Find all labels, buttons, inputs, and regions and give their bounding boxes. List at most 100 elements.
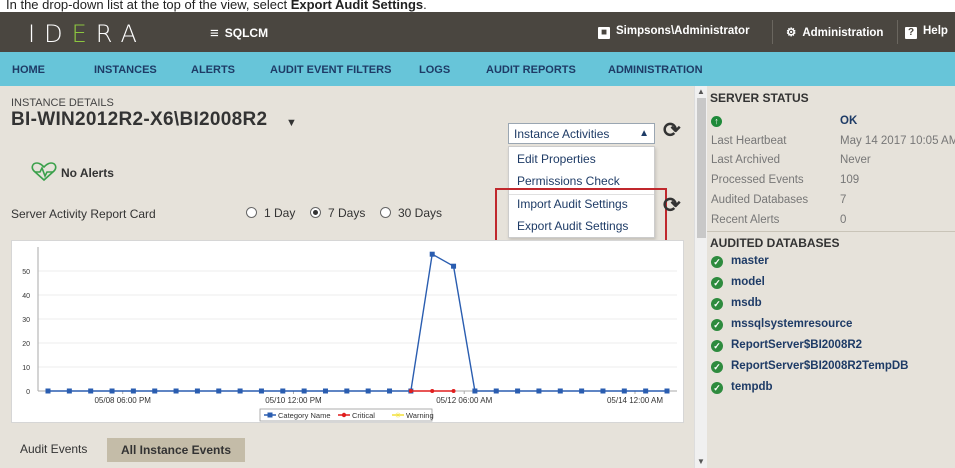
db-link-msdb[interactable]: ✓ msdb [711, 297, 762, 310]
data-point [152, 388, 158, 394]
db-link-reportserver-tempdb[interactable]: ✓ ReportServer$BI2008R2TempDB [711, 360, 908, 373]
activity-chart-svg: 0 10 20 30 40 50 05/08 06:00 PM 05/10 12:00 PM 0… [22, 247, 677, 422]
radio-selected-icon [310, 207, 321, 218]
main-nav: HOME INSTANCES ALERTS AUDIT EVENT FILTER… [0, 52, 955, 86]
db-name: msdb [731, 297, 762, 309]
instruction-caption: In the drop-down list at the top of the … [0, 0, 955, 12]
help-menu[interactable]: ? Help [905, 25, 948, 39]
instance-activities-select[interactable]: Instance Activities ▲ [508, 123, 655, 144]
stat-label: Recent Alerts [711, 214, 780, 226]
top-bar: IDERA ≡ SQLCM ■ Simpsons\Administrator ⚙ Ad… [0, 12, 955, 52]
check-circle-icon: ✓ [711, 277, 723, 289]
menu-item-permissions-check[interactable]: Permissions Check [517, 174, 620, 188]
topbar-divider [772, 20, 773, 44]
refresh-icon[interactable]: ⟳ [663, 120, 681, 141]
data-point [472, 388, 478, 394]
stat-value: 0 [840, 214, 847, 226]
y-tick-label: 50 [22, 269, 30, 276]
activity-chart: 0 10 20 30 40 50 05/08 06:00 PM 05/10 12:00 PM 0… [11, 240, 684, 423]
stat-value: May 14 2017 10:05 AM [840, 135, 955, 147]
radio-7-days[interactable]: 7 Days [310, 206, 365, 220]
data-point [643, 388, 649, 394]
server-status-panel: SERVER STATUS ↑ OK Last Heartbeat May 14… [707, 86, 955, 468]
series-line [48, 253, 667, 392]
legend-label: Critical [352, 411, 375, 420]
panel-scrollbar[interactable]: ▲ ▼ [694, 86, 707, 468]
tab-audit-events[interactable]: Audit Events [20, 442, 87, 456]
data-point [664, 388, 670, 394]
data-point [194, 388, 200, 394]
x-tick-label: 05/10 12:00 PM [265, 396, 322, 405]
db-name: ReportServer$BI2008R2TempDB [731, 360, 909, 372]
menu-item-edit-properties[interactable]: Edit Properties [517, 152, 596, 166]
db-link-master[interactable]: ✓ master [711, 255, 769, 268]
data-point [621, 388, 627, 394]
radio-label: 7 Days [328, 206, 366, 220]
instance-name: BI-WIN2012R2-X6\BI2008R2 [11, 109, 268, 130]
status-up-icon: ↑ [711, 116, 722, 127]
product-name: SQLCM [224, 26, 269, 40]
data-point [258, 388, 264, 394]
legend-marker: ✳ [395, 411, 402, 420]
nav-audit-reports[interactable]: AUDIT REPORTS [486, 64, 576, 76]
heart-pulse-icon [31, 162, 57, 182]
stat-label: Last Archived [711, 154, 781, 166]
server-status-title: SERVER STATUS [710, 91, 809, 105]
tab-all-instance-events[interactable]: All Instance Events [107, 438, 245, 462]
scroll-thumb[interactable] [697, 98, 706, 238]
radio-1-day[interactable]: 1 Day [246, 206, 295, 220]
db-name: tempdb [731, 381, 773, 393]
nav-alerts[interactable]: ALERTS [191, 64, 235, 76]
topbar-divider [897, 20, 898, 44]
check-circle-icon: ✓ [711, 256, 723, 268]
data-point [408, 389, 413, 393]
radio-label: 30 Days [398, 206, 443, 220]
db-link-reportserver[interactable]: ✓ ReportServer$BI2008R2 [711, 339, 862, 352]
product-menu[interactable]: ≡ SQLCM [210, 25, 268, 42]
data-point [130, 388, 136, 394]
data-point [344, 388, 350, 394]
logo-text: IDERA [28, 20, 146, 48]
nav-audit-event-filters[interactable]: AUDIT EVENT FILTERS [270, 64, 391, 76]
user-menu[interactable]: ■ Simpsons\Administrator [598, 25, 750, 39]
stat-value: 109 [840, 174, 860, 186]
data-point [579, 388, 585, 394]
x-tick-label: 05/12 06:00 AM [436, 396, 492, 405]
refresh-icon[interactable]: ⟳ [663, 195, 681, 216]
db-link-mssqlsystemresource[interactable]: ✓ mssqlsystemresource [711, 318, 852, 331]
nav-administration[interactable]: ADMINISTRATION [608, 64, 703, 76]
idera-logo[interactable]: IDERA [28, 20, 146, 48]
instance-activities-value: Instance Activities [514, 127, 610, 141]
radio-30-days[interactable]: 30 Days [380, 206, 442, 220]
administration-menu[interactable]: ⚙ Administration [786, 25, 883, 39]
nav-home[interactable]: HOME [12, 64, 45, 76]
legend-marker [267, 412, 273, 418]
data-point [173, 388, 179, 394]
x-tick-label: 05/14 12:00 AM [607, 396, 663, 405]
data-point [66, 388, 72, 394]
scroll-up-icon[interactable]: ▲ [697, 87, 705, 96]
db-link-tempdb[interactable]: ✓ tempdb [711, 381, 773, 394]
radio-icon [380, 207, 391, 218]
no-alerts-label: No Alerts [61, 166, 114, 180]
legend-label: Warning [406, 411, 434, 420]
data-point [515, 388, 521, 394]
check-circle-icon: ✓ [711, 298, 723, 310]
scroll-down-icon[interactable]: ▼ [697, 457, 705, 466]
help-icon: ? [905, 27, 917, 39]
instance-dropdown-icon[interactable]: ▼ [286, 117, 297, 129]
db-link-model[interactable]: ✓ model [711, 276, 765, 289]
check-circle-icon: ✓ [711, 382, 723, 394]
data-point [237, 388, 243, 394]
stat-label: Processed Events [711, 174, 804, 186]
data-point [451, 263, 457, 269]
hamburger-icon: ≡ [210, 25, 219, 42]
db-name: model [731, 276, 765, 288]
data-point [365, 388, 371, 394]
data-point [493, 388, 499, 394]
user-name: Simpsons\Administrator [616, 25, 750, 37]
nav-logs[interactable]: LOGS [419, 64, 450, 76]
data-point [88, 388, 94, 394]
data-point [600, 388, 606, 394]
nav-instances[interactable]: INSTANCES [94, 64, 157, 76]
